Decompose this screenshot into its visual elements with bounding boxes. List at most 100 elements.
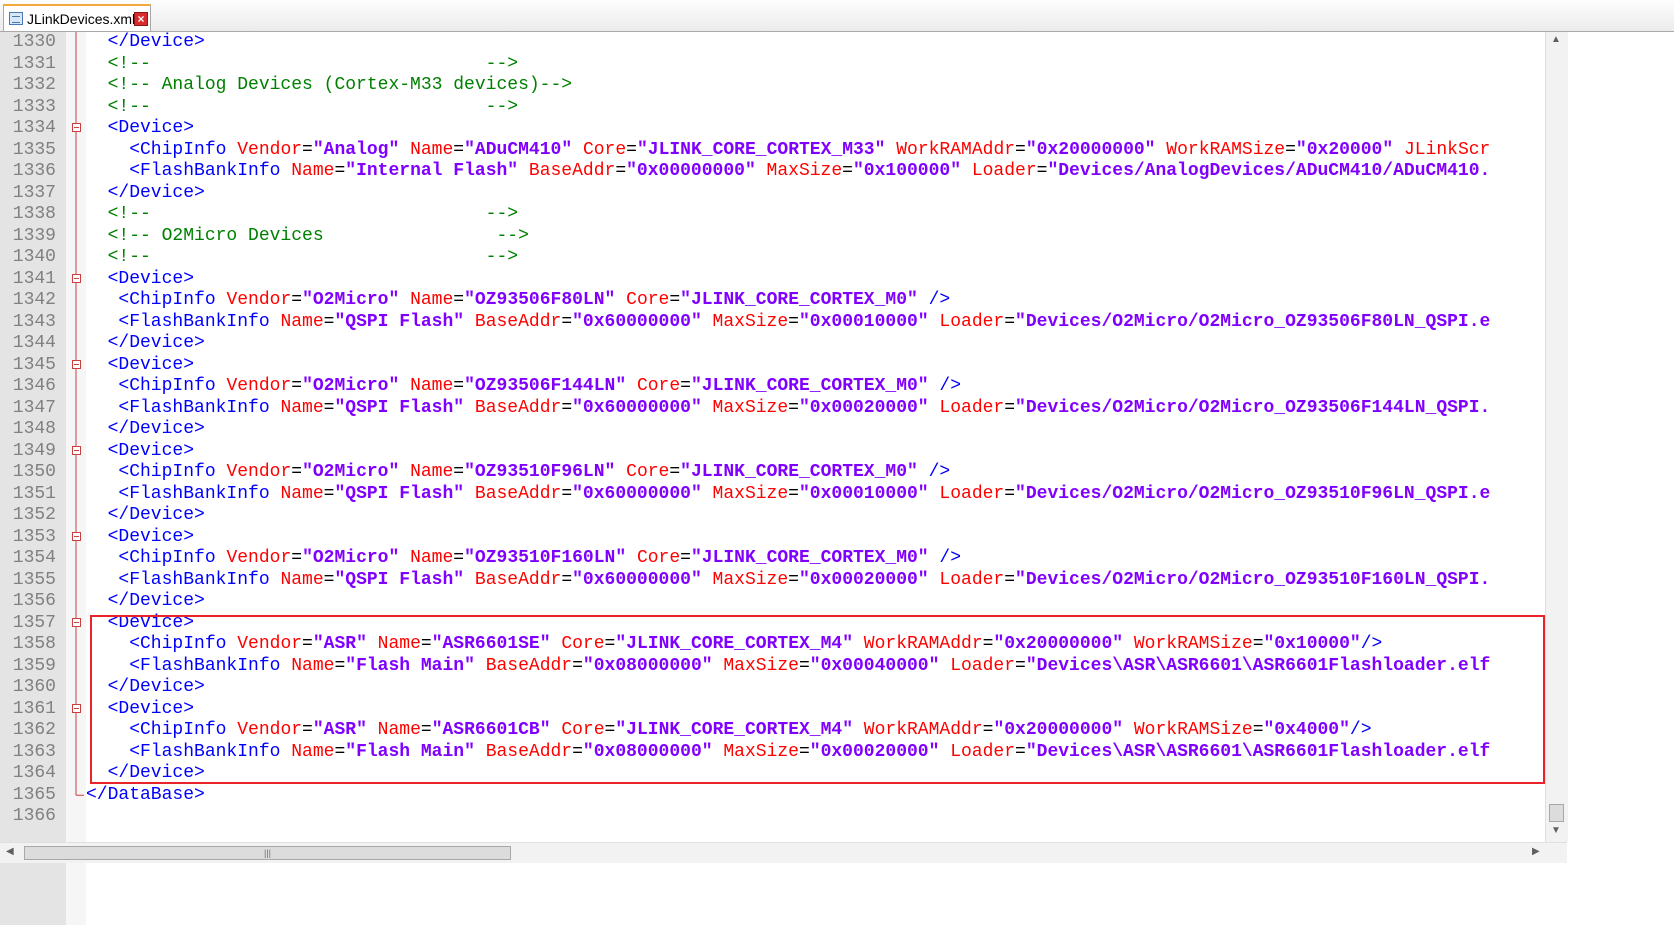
- code-line[interactable]: 1354 <ChipInfo Vendor="O2Micro" Name="OZ…: [0, 548, 1674, 570]
- token-tag: <FlashBankInfo: [86, 161, 292, 181]
- vertical-scroll-thumb[interactable]: [1549, 804, 1564, 822]
- code-line[interactable]: 1330 </Device>: [0, 32, 1674, 54]
- token-tag: <ChipInfo: [86, 376, 227, 396]
- token-attr: Loader: [928, 397, 1005, 418]
- code-line[interactable]: 1349 <Device>: [0, 441, 1674, 463]
- fold-minus-icon[interactable]: [72, 123, 81, 132]
- tab-jlinkdevices[interactable]: JLinkDevices.xml ×: [3, 4, 151, 31]
- code-line[interactable]: 1351 <FlashBankInfo Name="QSPI Flash" Ba…: [0, 484, 1674, 506]
- code-line[interactable]: 1336 <FlashBankInfo Name="Internal Flash…: [0, 161, 1674, 183]
- code-text: <FlashBankInfo Name="Internal Flash" Bas…: [86, 161, 1490, 183]
- horizontal-scroll-thumb[interactable]: |||: [24, 846, 511, 860]
- code-line[interactable]: 1353 <Device>: [0, 527, 1674, 549]
- line-number: 1349: [12, 440, 56, 461]
- scroll-left-icon[interactable]: ◀: [6, 846, 14, 857]
- token-attr: Name: [280, 397, 324, 418]
- token-eq: =: [561, 483, 573, 504]
- line-number: 1363: [12, 741, 56, 762]
- token-val: "JLINK_CORE_CORTEX_M33": [636, 139, 886, 160]
- tab-label: JLinkDevices.xml: [27, 11, 136, 27]
- code-line[interactable]: 1339 <!-- O2Micro Devices -->: [0, 226, 1674, 248]
- code-line[interactable]: 1331 <!-- -->: [0, 54, 1674, 76]
- token-tag: </Device>: [86, 591, 205, 611]
- code-line[interactable]: 1338 <!-- -->: [0, 204, 1674, 226]
- token-eq: =: [1015, 655, 1026, 676]
- token-eq: =: [420, 634, 432, 654]
- token-eq: =: [453, 376, 465, 396]
- token-tag: </DataBase>: [86, 784, 205, 805]
- token-tag: <Device>: [86, 698, 195, 719]
- code-line[interactable]: 1345 <Device>: [0, 355, 1674, 377]
- vertical-scrollbar[interactable]: ▲ ▼: [1545, 32, 1568, 842]
- line-number: 1346: [12, 376, 56, 396]
- scroll-right-icon[interactable]: ▶: [1532, 846, 1540, 857]
- code-text: <Device>: [86, 527, 194, 549]
- token-val: "0x100000": [852, 161, 962, 181]
- token-attr: Name: [291, 655, 335, 676]
- token-val: "Internal Flash": [345, 161, 519, 181]
- horizontal-scrollbar[interactable]: ◀ ||| ▶: [0, 842, 1567, 863]
- code-line[interactable]: 1364 </Device>: [0, 763, 1674, 785]
- fold-minus-icon[interactable]: [72, 703, 81, 713]
- code-line[interactable]: 1359 <FlashBankInfo Name="Flash Main" Ba…: [0, 656, 1674, 678]
- code-line[interactable]: 1347 <FlashBankInfo Name="QSPI Flash" Ba…: [0, 398, 1674, 420]
- close-icon[interactable]: ×: [134, 12, 148, 26]
- token-val: "ADuCM410": [464, 139, 573, 160]
- code-editor[interactable]: 1330 </Device> 1331 <!-- --> 1332 <!-- Ana…: [0, 32, 1674, 925]
- fold-minus-icon[interactable]: [72, 359, 81, 369]
- token-eq: =: [788, 569, 799, 590]
- token-eq: =: [453, 139, 465, 160]
- fold-minus-icon[interactable]: [72, 445, 81, 455]
- code-line[interactable]: 1362 <ChipInfo Vendor="ASR" Name="ASR660…: [0, 720, 1674, 742]
- code-line[interactable]: 1357 <Device>: [0, 613, 1674, 635]
- line-number: 1345: [12, 354, 56, 375]
- code-text: </Device>: [86, 763, 205, 785]
- token-attr: Loader: [961, 161, 1037, 181]
- code-line[interactable]: 1337 </Device>: [0, 183, 1674, 205]
- token-tag: <FlashBankInfo: [86, 655, 292, 676]
- code-line[interactable]: 1332 <!-- Analog Devices (Cortex-M33 dev…: [0, 75, 1674, 97]
- code-line[interactable]: 1334 <Device>: [0, 118, 1674, 140]
- token-tag: <Device>: [86, 354, 195, 375]
- token-val: "JLINK_CORE_CORTEX_M4": [615, 634, 853, 654]
- scroll-up-icon[interactable]: ▲: [1551, 34, 1561, 45]
- code-line[interactable]: 1360 </Device>: [0, 677, 1674, 699]
- fold-minus-icon[interactable]: [72, 273, 81, 283]
- line-number: 1334: [12, 118, 56, 138]
- code-text: </Device>: [86, 183, 205, 205]
- token-val: "Devices/O2Micro/O2Micro_OZ93506F80LN_QS…: [1015, 311, 1491, 332]
- line-number: 1331: [12, 53, 56, 74]
- code-line[interactable]: 1365 </DataBase>: [0, 785, 1674, 807]
- code-line[interactable]: 1363 <FlashBankInfo Name="Flash Main" Ba…: [0, 742, 1674, 764]
- code-line[interactable]: 1341 <Device>: [0, 269, 1674, 291]
- code-text: <Device>: [86, 269, 194, 291]
- fold-minus-icon[interactable]: [72, 531, 81, 541]
- code-line[interactable]: 1348 </Device>: [0, 419, 1674, 441]
- fold-minus-icon[interactable]: [72, 617, 81, 627]
- code-line[interactable]: 1350 <ChipInfo Vendor="O2Micro" Name="OZ…: [0, 462, 1674, 484]
- line-number: 1335: [12, 139, 56, 160]
- code-line[interactable]: 1335 <ChipInfo Vendor="Analog" Name="ADu…: [0, 140, 1674, 162]
- code-text: <Device>: [86, 441, 194, 463]
- code-line[interactable]: 1344 </Device>: [0, 333, 1674, 355]
- scroll-down-icon[interactable]: ▼: [1551, 825, 1561, 836]
- token-val: "ASR": [312, 720, 367, 740]
- code-line[interactable]: 1356 </Device>: [0, 591, 1674, 613]
- token-val: "JLINK_CORE_CORTEX_M0": [690, 376, 929, 396]
- token-val: "0x00020000": [798, 397, 929, 418]
- token-tag: <Device>: [86, 268, 195, 289]
- code-line[interactable]: 1366: [0, 806, 1674, 828]
- code-line[interactable]: 1342 <ChipInfo Vendor="O2Micro" Name="OZ…: [0, 290, 1674, 312]
- token-eq: =: [1004, 569, 1016, 590]
- token-tag: <FlashBankInfo: [86, 569, 281, 590]
- line-number: 1353: [12, 526, 56, 547]
- code-line[interactable]: 1361 <Device>: [0, 699, 1674, 721]
- code-line[interactable]: 1355 <FlashBankInfo Name="QSPI Flash" Ba…: [0, 570, 1674, 592]
- code-line[interactable]: 1352 </Device>: [0, 505, 1674, 527]
- code-line[interactable]: 1340 <!-- -->: [0, 247, 1674, 269]
- code-line[interactable]: 1346 <ChipInfo Vendor="O2Micro" Name="OZ…: [0, 376, 1674, 398]
- code-line[interactable]: 1333 <!-- -->: [0, 97, 1674, 119]
- code-line[interactable]: 1343 <FlashBankInfo Name="QSPI Flash" Ba…: [0, 312, 1674, 334]
- code-line[interactable]: 1358 <ChipInfo Vendor="ASR" Name="ASR660…: [0, 634, 1674, 656]
- token-val: "0x20000000": [1025, 139, 1156, 160]
